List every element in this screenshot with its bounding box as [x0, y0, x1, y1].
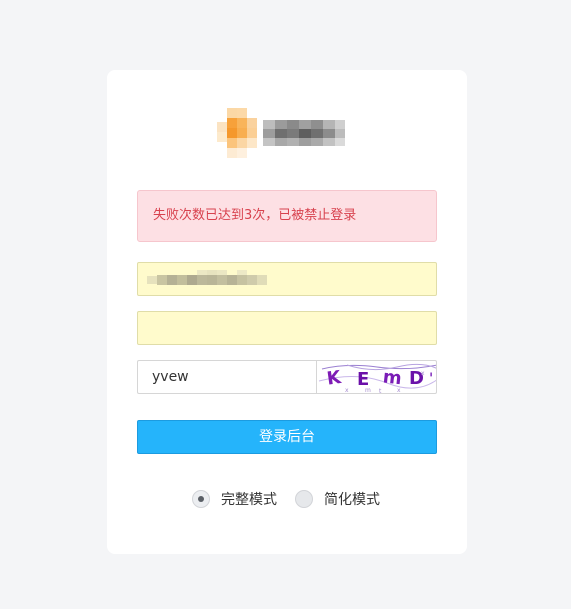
captcha-image[interactable]: K E m D ' x m t x x — [316, 360, 437, 394]
mode-label-simple: 简化模式 — [324, 492, 380, 508]
captcha-char-1: K — [326, 367, 344, 390]
error-alert: 失败次数已达到3次，已被禁止登录 — [137, 190, 437, 242]
radio-checked-icon[interactable] — [192, 490, 210, 508]
mode-selector: 完整模式 简化模式 — [107, 488, 467, 510]
captcha-noise-3: t — [379, 388, 382, 394]
captcha-noise-2: m — [365, 387, 371, 394]
captcha-noise-5: x — [421, 370, 425, 377]
password-field[interactable] — [137, 311, 437, 345]
captcha-input[interactable] — [137, 360, 317, 394]
captcha-char-5: ' — [429, 371, 433, 387]
captcha-noise-1: x — [345, 387, 349, 394]
username-field[interactable] — [137, 262, 437, 296]
captcha-icon: K E m D ' x m t x x — [318, 363, 436, 394]
captcha-noise-4: x — [397, 387, 401, 394]
mode-option-simple[interactable]: 简化模式 — [295, 488, 380, 510]
login-card: 失败次数已达到3次，已被禁止登录 K E m D — [107, 70, 467, 554]
login-button[interactable]: 登录后台 — [137, 420, 437, 454]
logo — [217, 108, 357, 160]
radio-unchecked-icon[interactable] — [295, 490, 313, 508]
captcha-char-3: m — [382, 366, 403, 389]
mode-label-full: 完整模式 — [221, 492, 277, 508]
pixelated-logo-icon — [217, 108, 345, 158]
captcha-row: K E m D ' x m t x x — [137, 360, 437, 394]
mode-option-full[interactable]: 完整模式 — [192, 488, 277, 510]
